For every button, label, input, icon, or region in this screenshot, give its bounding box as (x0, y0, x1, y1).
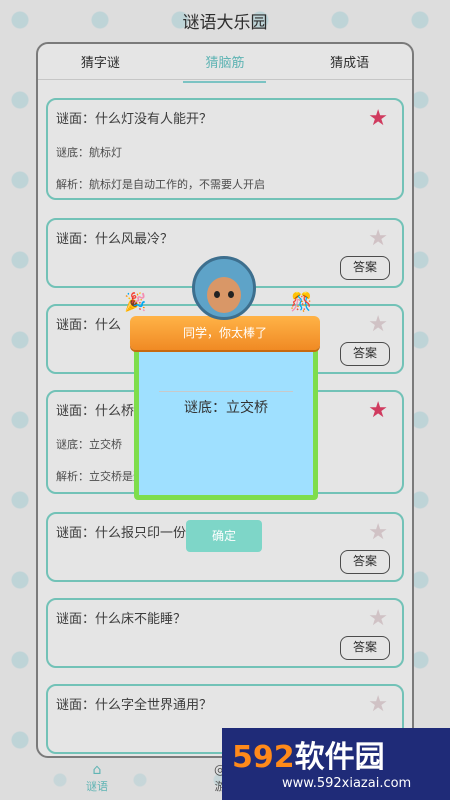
watermark-logo: 592软件园 www.592xiazai.com (222, 728, 450, 800)
watermark-text: 软件园 (294, 740, 385, 775)
mascot-eye (214, 291, 220, 298)
answer-popup: 谜底：立交桥 (134, 340, 318, 500)
congrats-banner: 同学，你太棒了 (130, 316, 320, 350)
watermark-title: 592软件园 (232, 732, 385, 776)
mascot-avatar (192, 256, 256, 320)
confetti-icon: 🎉 (124, 292, 147, 313)
watermark-url: www.592xiazai.com (282, 776, 412, 791)
mascot-eye (228, 291, 234, 298)
confirm-button[interactable]: 确定 (186, 520, 262, 552)
mascot-face (207, 277, 241, 313)
popup-answer: 谜底：立交桥 (184, 400, 268, 416)
watermark-number: 592 (232, 740, 295, 775)
popup-divider (159, 391, 293, 392)
confetti-icon: 🎊 (290, 292, 313, 313)
